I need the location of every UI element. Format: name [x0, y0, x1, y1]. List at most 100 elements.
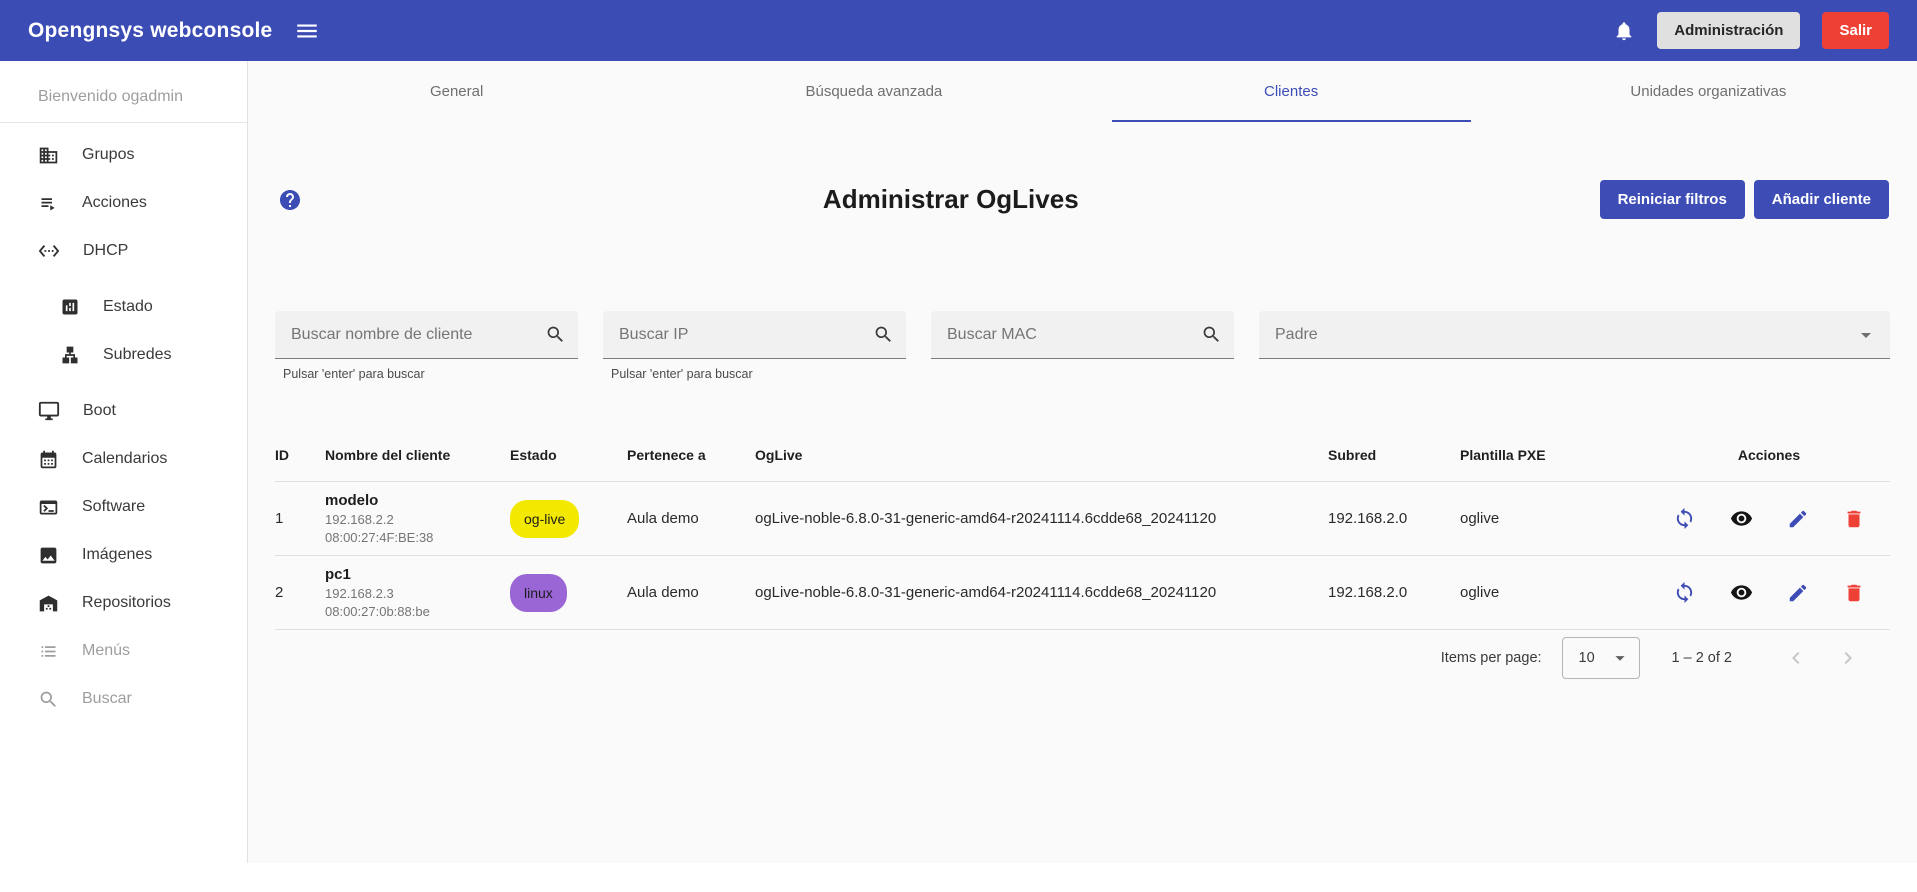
sidebar-item-buscar[interactable]: Buscar: [0, 675, 247, 723]
sidebar-item-boot[interactable]: Boot: [0, 387, 247, 435]
chevron-left-icon: [1784, 646, 1808, 670]
previous-page-button[interactable]: [1784, 646, 1808, 670]
mac-search-input[interactable]: [947, 326, 1201, 344]
tab-clientes[interactable]: Clientes: [1083, 61, 1500, 122]
cell-status: linux: [510, 574, 627, 612]
eye-icon: [1730, 507, 1753, 530]
sync-button[interactable]: [1673, 507, 1696, 530]
reset-filters-button[interactable]: Reiniciar filtros: [1600, 180, 1745, 219]
next-page-button[interactable]: [1836, 646, 1860, 670]
edit-button[interactable]: [1787, 508, 1809, 530]
administration-button[interactable]: Administración: [1657, 12, 1800, 49]
filter-client-name: Pulsar 'enter' para buscar: [275, 311, 578, 381]
help-icon: [278, 188, 302, 212]
view-button[interactable]: [1730, 507, 1753, 530]
col-header-name: Nombre del cliente: [325, 447, 510, 463]
cell-pxe: oglive: [1460, 510, 1648, 527]
table-row: 2 pc1 192.168.2.3 08:00:27:0b:88:be linu…: [275, 556, 1890, 630]
filter-parent: Padre: [1259, 311, 1890, 381]
sidebar-item-label: DHCP: [83, 242, 128, 260]
sidebar-nav: Grupos Acciones DHCP Estado Subredes Boo…: [0, 123, 247, 723]
eye-icon: [1730, 581, 1753, 604]
chart-icon: [60, 297, 80, 317]
sidebar-item-acciones[interactable]: Acciones: [0, 179, 247, 227]
search-hint: Pulsar 'enter' para buscar: [611, 367, 906, 381]
parent-select[interactable]: Padre: [1259, 311, 1890, 359]
col-header-id: ID: [275, 447, 325, 463]
sidebar-item-grupos[interactable]: Grupos: [0, 131, 247, 179]
sidebar-item-label: Buscar: [82, 690, 132, 708]
cell-oglive: ogLive-noble-6.8.0-31-generic-amd64-r202…: [755, 510, 1328, 527]
sidebar-item-estado[interactable]: Estado: [0, 283, 247, 331]
sync-icon: [1673, 507, 1696, 530]
delete-button[interactable]: [1843, 508, 1865, 530]
page-title: Administrar OgLives: [302, 184, 1600, 215]
sidebar-item-subredes[interactable]: Subredes: [0, 331, 247, 379]
sidebar-item-label: Grupos: [82, 146, 134, 164]
sidebar-item-label: Boot: [83, 402, 116, 420]
filter-mac: [931, 311, 1234, 381]
table-header-row: ID Nombre del cliente Estado Pertenece a…: [275, 428, 1890, 482]
edit-button[interactable]: [1787, 582, 1809, 604]
trash-icon: [1843, 582, 1865, 604]
items-per-page-select[interactable]: 10: [1562, 637, 1640, 679]
client-mac: 08:00:27:0b:88:be: [325, 604, 510, 619]
sidebar-item-dhcp[interactable]: DHCP: [0, 227, 247, 275]
sidebar-item-label: Calendarios: [82, 450, 167, 468]
items-per-page-value: 10: [1579, 650, 1595, 666]
image-icon: [38, 545, 59, 566]
add-client-button[interactable]: Añadir cliente: [1754, 180, 1889, 219]
view-button[interactable]: [1730, 581, 1753, 604]
sync-button[interactable]: [1673, 581, 1696, 604]
chevron-down-icon: [1609, 647, 1631, 669]
sidebar-item-imagenes[interactable]: Imágenes: [0, 531, 247, 579]
client-name-search-input[interactable]: [291, 326, 545, 344]
list-icon: [38, 641, 59, 662]
sidebar-item-label: Menús: [82, 642, 130, 660]
col-header-belongs: Pertenece a: [627, 447, 755, 463]
ip-search-input[interactable]: [619, 326, 873, 344]
pencil-icon: [1787, 508, 1809, 530]
playlist-icon: [38, 193, 59, 214]
filters-row: Pulsar 'enter' para buscar Pulsar 'enter…: [248, 311, 1917, 381]
search-icon: [873, 324, 894, 345]
sidebar-item-repositorios[interactable]: Repositorios: [0, 579, 247, 627]
main-content: General Búsqueda avanzada Clientes Unida…: [248, 61, 1917, 863]
notifications-button[interactable]: [1613, 20, 1635, 42]
cell-client: modelo 192.168.2.2 08:00:27:4F:BE:38: [325, 492, 510, 545]
sidebar-item-software[interactable]: Software: [0, 483, 247, 531]
col-header-actions: Acciones: [1648, 447, 1890, 463]
welcome-text: Bienvenido ogadmin: [0, 61, 247, 122]
tab-general[interactable]: General: [248, 61, 665, 122]
col-header-status: Estado: [510, 447, 627, 463]
search-icon: [545, 324, 566, 345]
active-tab-indicator: [1112, 120, 1471, 122]
buildings-icon: [38, 145, 59, 166]
ethernet-icon: [38, 240, 60, 262]
logout-button[interactable]: Salir: [1822, 12, 1889, 49]
help-button[interactable]: [278, 188, 302, 212]
delete-button[interactable]: [1843, 582, 1865, 604]
terminal-icon: [38, 497, 59, 518]
cell-subnet: 192.168.2.0: [1328, 510, 1460, 527]
tab-busqueda-avanzada[interactable]: Búsqueda avanzada: [665, 61, 1082, 122]
menu-toggle-button[interactable]: [294, 18, 320, 44]
search-icon: [38, 689, 59, 710]
trash-icon: [1843, 508, 1865, 530]
chevron-right-icon: [1836, 646, 1860, 670]
filter-ip: Pulsar 'enter' para buscar: [603, 311, 906, 381]
sync-icon: [1673, 581, 1696, 604]
parent-select-label: Padre: [1275, 326, 1854, 344]
sidebar-item-label: Estado: [103, 298, 153, 316]
tab-unidades-organizativas[interactable]: Unidades organizativas: [1500, 61, 1917, 122]
cell-client: pc1 192.168.2.3 08:00:27:0b:88:be: [325, 566, 510, 619]
status-badge: linux: [510, 574, 567, 612]
cell-subnet: 192.168.2.0: [1328, 584, 1460, 601]
sidebar-item-menus[interactable]: Menús: [0, 627, 247, 675]
cell-actions: [1648, 507, 1890, 530]
cell-oglive: ogLive-noble-6.8.0-31-generic-amd64-r202…: [755, 584, 1328, 601]
sidebar-item-calendarios[interactable]: Calendarios: [0, 435, 247, 483]
table-row: 1 modelo 192.168.2.2 08:00:27:4F:BE:38 o…: [275, 482, 1890, 556]
cell-id: 2: [275, 584, 325, 601]
search-icon: [1201, 324, 1222, 345]
